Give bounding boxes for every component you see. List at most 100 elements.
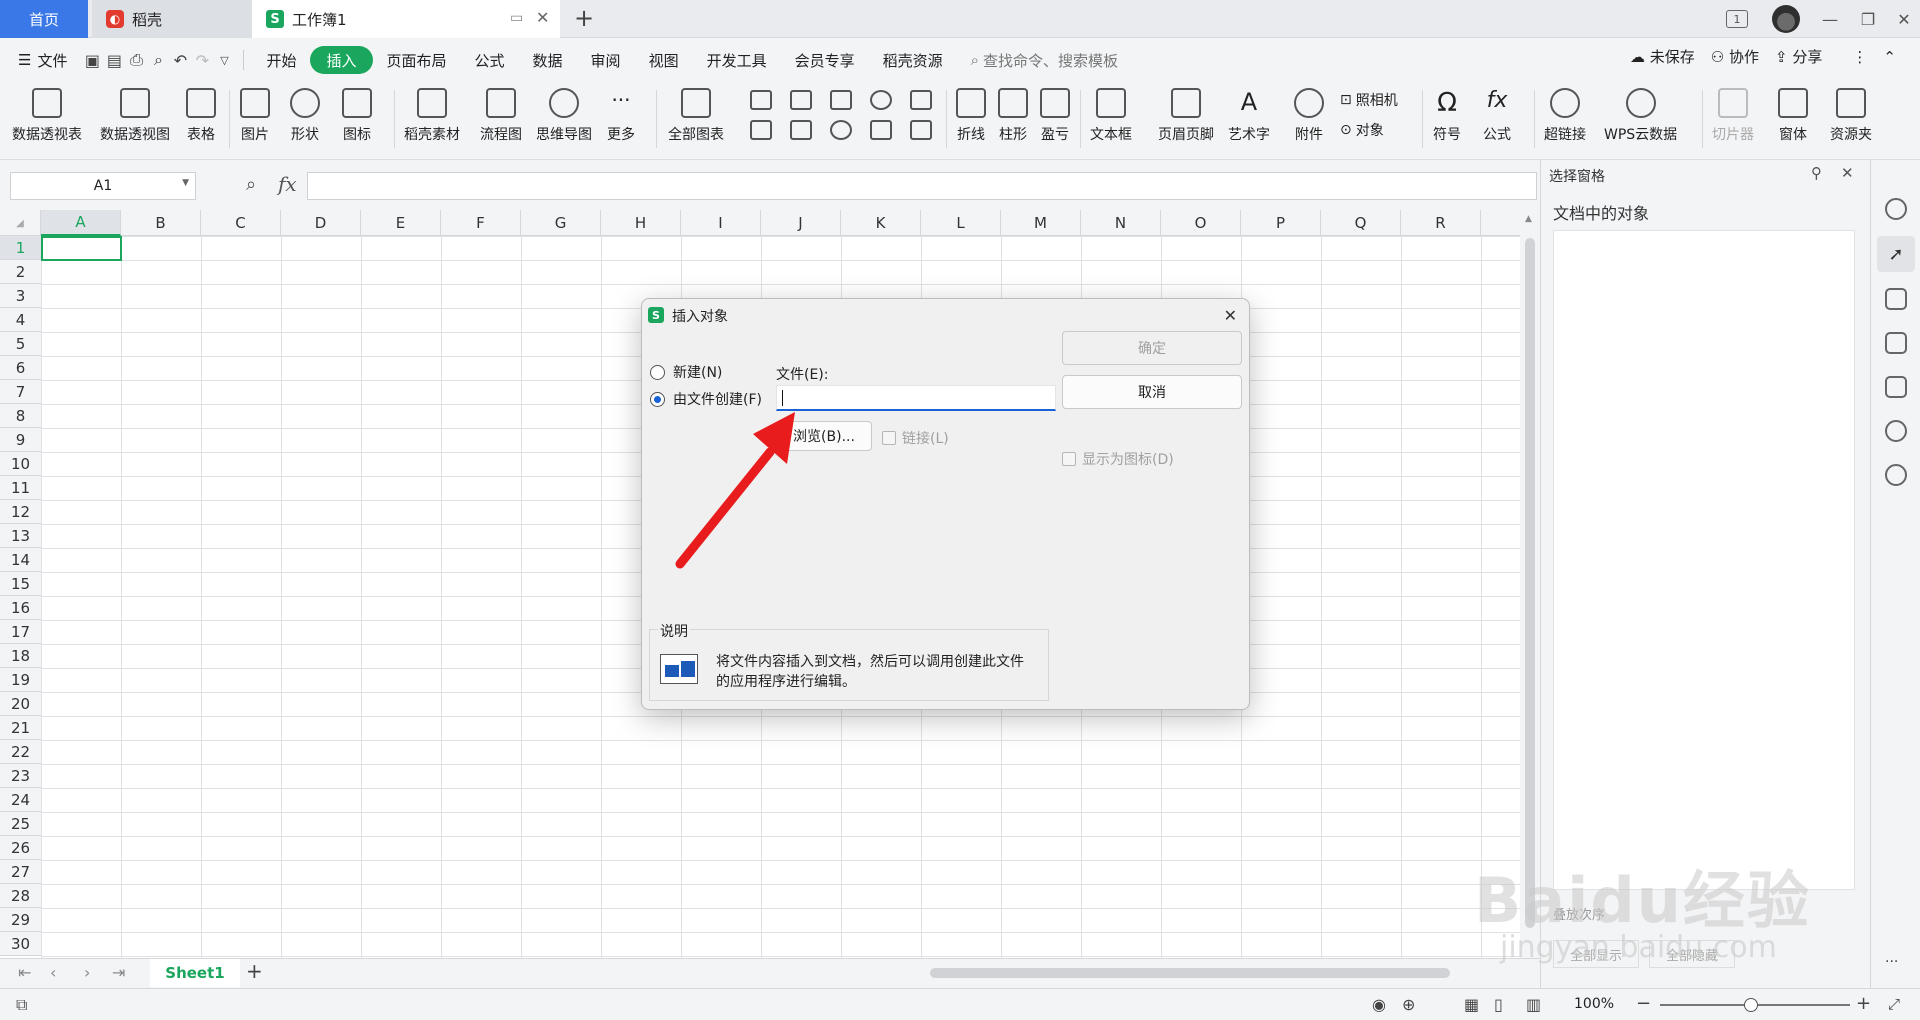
row-header[interactable]: 18	[0, 644, 41, 668]
all-charts-button[interactable]: 全部图表	[668, 88, 724, 144]
command-search[interactable]: ⌕ 查找命令、搜索模板	[957, 46, 1132, 74]
icon-library-button[interactable]: 图标	[342, 88, 372, 144]
sparkline-line-button[interactable]: 折线	[956, 88, 986, 144]
equation-button[interactable]: fx 公式	[1482, 88, 1512, 144]
pivot-table-button[interactable]: 数据透视表	[12, 88, 82, 144]
camera-button[interactable]: ⊡ 照相机	[1340, 90, 1398, 110]
select-all-corner[interactable]: ◢	[0, 210, 41, 236]
close-window-icon[interactable]: ✕	[1892, 8, 1916, 30]
bubble-chart-icon[interactable]	[910, 120, 932, 140]
line-chart-icon[interactable]	[830, 90, 852, 110]
export-pdf-icon[interactable]: ▤	[103, 49, 125, 71]
minimize-icon[interactable]: —	[1818, 8, 1842, 30]
lightning-icon[interactable]	[1885, 420, 1907, 442]
row-header[interactable]: 4	[0, 308, 41, 332]
file-path-input[interactable]	[776, 385, 1056, 411]
zoom-out-icon[interactable]: −	[1636, 993, 1651, 1014]
row-header[interactable]: 22	[0, 740, 41, 764]
first-sheet-icon[interactable]: ⇤	[18, 963, 31, 982]
menu-view[interactable]: 视图	[635, 46, 693, 74]
row-header[interactable]: 14	[0, 548, 41, 572]
picture-button[interactable]: 图片	[240, 88, 270, 144]
share-button[interactable]: ⇪ 分享	[1775, 46, 1822, 67]
scroll-up-icon[interactable]: ▲	[1525, 214, 1532, 224]
tab-close-icon[interactable]: ✕	[536, 8, 549, 27]
column-header[interactable]: B	[121, 210, 201, 236]
window-count-icon[interactable]: 1	[1726, 10, 1748, 28]
display-as-icon-checkbox[interactable]: 显示为图标(D)	[1062, 449, 1174, 469]
formula-input[interactable]	[307, 172, 1537, 200]
collaborate-button[interactable]: ⚇ 协作	[1711, 46, 1759, 67]
menu-review[interactable]: 审阅	[577, 46, 635, 74]
flowchart-button[interactable]: 流程图	[480, 88, 522, 144]
cursor-select-icon[interactable]: ➚	[1877, 236, 1915, 272]
new-tab-button[interactable]: +	[574, 4, 594, 32]
zoom-formula-icon[interactable]: ⌕	[246, 174, 256, 195]
transform-icon[interactable]	[1885, 332, 1907, 354]
pivot-chart-button[interactable]: 数据透视图	[100, 88, 170, 144]
object-list[interactable]	[1553, 230, 1855, 890]
textbox-button[interactable]: 文本框	[1090, 88, 1132, 144]
column-header[interactable]: E	[361, 210, 441, 236]
column-header[interactable]: H	[601, 210, 681, 236]
row-header[interactable]: 28	[0, 884, 41, 908]
save-icon[interactable]: ▣	[81, 49, 103, 71]
radar-chart-icon[interactable]	[870, 90, 892, 110]
column-header[interactable]: P	[1241, 210, 1321, 236]
scrollbar-thumb[interactable]	[1525, 238, 1535, 928]
row-header[interactable]: 15	[0, 572, 41, 596]
fullscreen-icon[interactable]: ⤢	[1888, 995, 1900, 1013]
row-header[interactable]: 30	[0, 932, 41, 956]
column-header[interactable]: C	[201, 210, 281, 236]
menu-developer[interactable]: 开发工具	[693, 46, 781, 74]
dialog-close-icon[interactable]: ✕	[1224, 306, 1237, 325]
scatter-chart-icon[interactable]	[870, 120, 892, 140]
sparkline-winloss-button[interactable]: 盈亏	[1040, 88, 1070, 144]
restore-icon[interactable]: ❐	[1856, 8, 1880, 30]
menu-data[interactable]: 数据	[519, 46, 577, 74]
menu-insert[interactable]: 插入	[310, 46, 373, 74]
sparkline-column-button[interactable]: 柱形	[998, 88, 1028, 144]
fx-icon[interactable]: fx	[278, 172, 297, 196]
column-header[interactable]: L	[921, 210, 1001, 236]
settings-sliders-icon[interactable]	[1885, 288, 1907, 310]
row-header[interactable]: 24	[0, 788, 41, 812]
tab-home[interactable]: 首页	[0, 0, 88, 38]
row-header[interactable]: 20	[0, 692, 41, 716]
file-menu[interactable]: ☰ 文件	[0, 46, 81, 74]
row-header[interactable]: 11	[0, 476, 41, 500]
column-header[interactable]: Q	[1321, 210, 1401, 236]
bar-chart-horizontal-icon[interactable]	[790, 90, 812, 110]
resources-button[interactable]: 资源夹	[1830, 88, 1872, 144]
attachment-button[interactable]: 附件	[1294, 88, 1324, 144]
column-header[interactable]: O	[1161, 210, 1241, 236]
row-header[interactable]: 12	[0, 500, 41, 524]
column-header[interactable]: I	[681, 210, 761, 236]
daoke-material-button[interactable]: 稻壳素材	[404, 88, 460, 144]
next-sheet-icon[interactable]: ›	[84, 963, 90, 982]
eye-protection-icon[interactable]: ◉	[1372, 995, 1386, 1014]
hyperlink-button[interactable]: 超链接	[1544, 88, 1586, 144]
slicer-button[interactable]: 切片器	[1712, 88, 1754, 144]
rocket-icon[interactable]	[1885, 198, 1907, 220]
row-header[interactable]: 27	[0, 860, 41, 884]
column-header[interactable]: R	[1401, 210, 1481, 236]
more-button[interactable]: ··· 更多	[606, 88, 636, 144]
menu-start[interactable]: 开始	[252, 46, 310, 74]
last-sheet-icon[interactable]: ⇥	[112, 963, 125, 982]
page-layout-view-icon[interactable]: ▯	[1494, 995, 1503, 1014]
row-header[interactable]: 16	[0, 596, 41, 620]
zoom-level[interactable]: 100%	[1574, 996, 1614, 1012]
row-header[interactable]: 7	[0, 380, 41, 404]
row-header[interactable]: 13	[0, 524, 41, 548]
row-header[interactable]: 17	[0, 620, 41, 644]
horizontal-scrollbar[interactable]	[930, 968, 1450, 978]
row-header[interactable]: 5	[0, 332, 41, 356]
column-header[interactable]: M	[1001, 210, 1081, 236]
quick-access-dropdown-icon[interactable]: ▽	[213, 49, 235, 71]
pin-icon[interactable]: ▭	[510, 10, 523, 26]
zoom-in-icon[interactable]: +	[1856, 993, 1871, 1014]
table-button[interactable]: 表格	[186, 88, 216, 144]
column-header[interactable]: D	[281, 210, 361, 236]
sheet-tab-sheet1[interactable]: Sheet1	[150, 959, 240, 987]
